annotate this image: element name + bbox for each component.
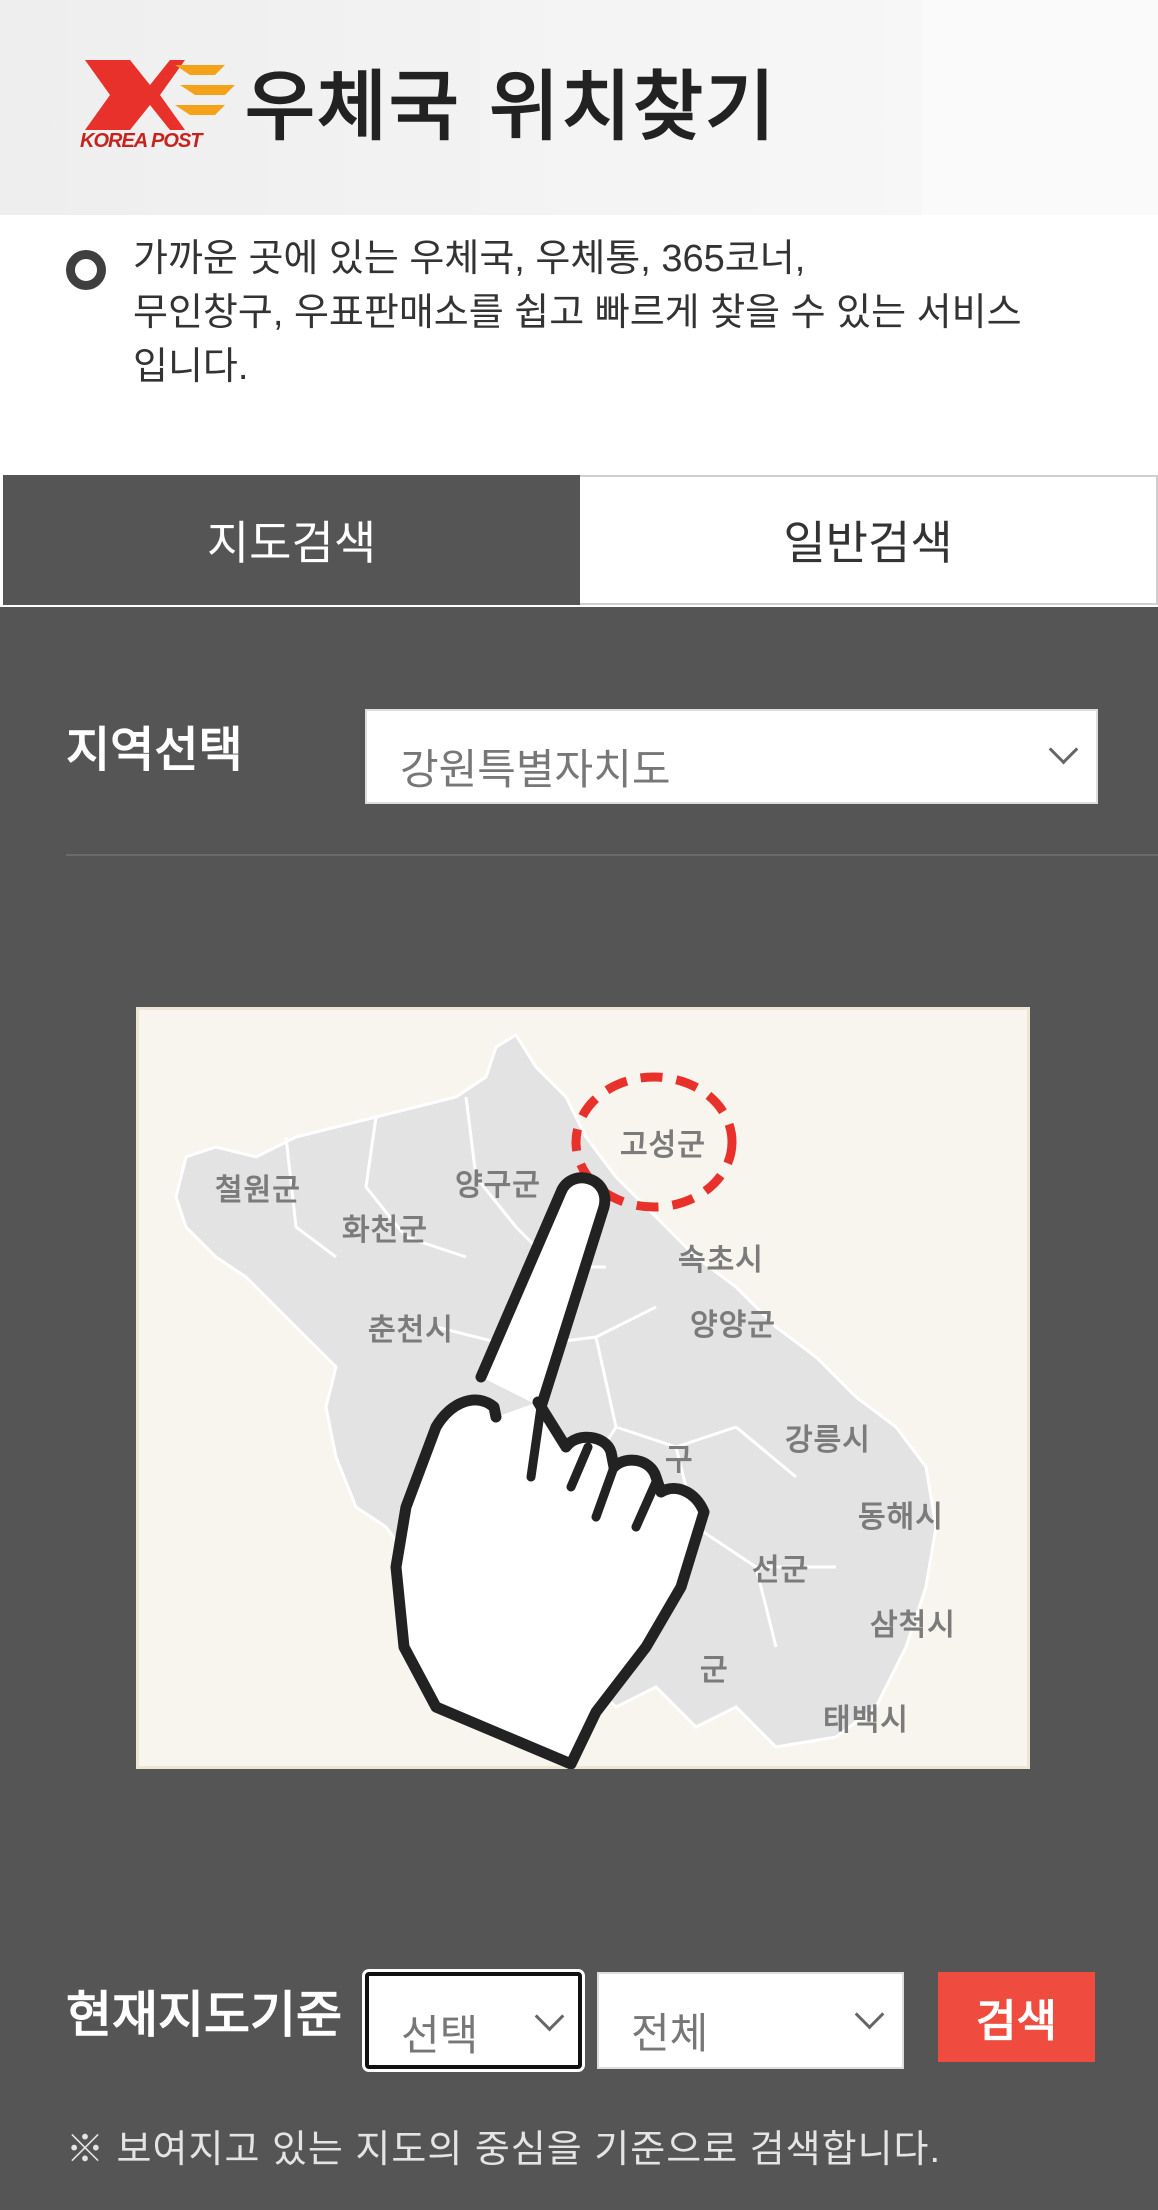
search-button[interactable]: 검색 <box>938 1972 1095 2062</box>
search-note: ※ 보여지고 있는 지도의 중심을 기준으로 검색합니다. <box>66 2129 942 2171</box>
header-spacer <box>922 0 1158 215</box>
region-select-label: 지역선택 <box>66 722 243 778</box>
map-label-yanggu[interactable]: 양구군 <box>455 1160 541 1204</box>
map-label-chuncheon[interactable]: 춘천시 <box>368 1305 454 1349</box>
map-label-jeongseon[interactable]: 선군 <box>752 1545 809 1589</box>
region-select[interactable]: 강원특별자치도 <box>365 709 1098 804</box>
map-label-partial-gun[interactable]: 군 <box>700 1645 729 1689</box>
gangwon-map-image <box>174 1032 938 1769</box>
map-label-donghae[interactable]: 동해시 <box>858 1492 944 1536</box>
current-map-basis-label: 현재지도기준 <box>66 1986 342 2044</box>
chevron-down-icon <box>1048 734 1079 765</box>
chevron-down-icon <box>854 1999 885 2030</box>
map-label-yangyang[interactable]: 양양군 <box>690 1300 776 1344</box>
search-tabs: 지도검색 일반검색 <box>0 475 1158 607</box>
map-label-taebaek[interactable]: 태백시 <box>823 1695 909 1739</box>
intro-text: 가까운 곳에 있는 우체국, 우체통, 365코너, 무인창구, 우표판매소를 … <box>133 238 1022 388</box>
page-title: 우체국 위치찾기 <box>245 62 777 151</box>
region-select-value: 강원특별자치도 <box>400 746 671 793</box>
logo-text: KOREA POST <box>80 130 202 152</box>
map-label-cheorwon[interactable]: 철원군 <box>215 1165 301 1209</box>
facility-type-select[interactable]: 선택 <box>365 1972 582 2069</box>
map-label-hwacheon[interactable]: 화천군 <box>342 1205 428 1249</box>
divider <box>66 854 1158 856</box>
map-label-goseong[interactable]: 고성군 <box>620 1120 706 1164</box>
scope-select[interactable]: 전체 <box>597 1972 904 2069</box>
map-label-samcheok[interactable]: 삼척시 <box>870 1600 956 1644</box>
map-label-sokcho[interactable]: 속초시 <box>678 1235 764 1279</box>
scope-select-value: 전체 <box>631 2010 709 2057</box>
tab-general-search[interactable]: 일반검색 <box>580 475 1158 605</box>
facility-type-value: 선택 <box>401 2012 479 2059</box>
chevron-down-icon <box>534 2001 565 2032</box>
bullet-icon <box>66 250 106 290</box>
tab-map-search[interactable]: 지도검색 <box>3 475 580 605</box>
map-label-partial-gu[interactable]: 구 <box>665 1435 694 1479</box>
map-label-gangneung[interactable]: 강릉시 <box>785 1415 871 1459</box>
